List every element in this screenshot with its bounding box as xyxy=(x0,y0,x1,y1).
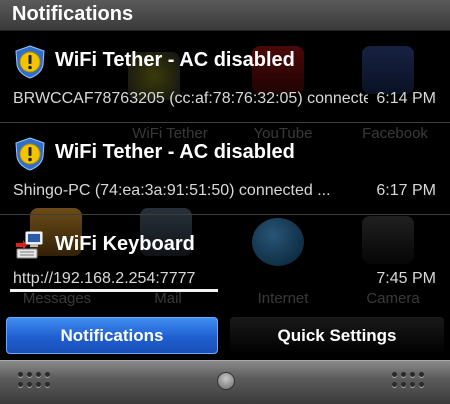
page-title: Notifications xyxy=(12,3,134,25)
notifications-header: Notifications xyxy=(0,0,450,31)
progress-underline xyxy=(10,289,218,292)
tab-notifications[interactable]: Notifications xyxy=(6,317,218,354)
notification-detail: Shingo-PC (74:ea:3a:91:51:50) connected … xyxy=(13,182,331,199)
tab-quick-settings[interactable]: Quick Settings xyxy=(230,317,444,354)
notification-item[interactable]: WiFi Tether - AC disabled Shingo-PC (74:… xyxy=(0,123,450,215)
keyboard-computer-icon xyxy=(14,229,46,263)
notification-item[interactable]: WiFi Keyboard http://192.168.2.254:7777 … xyxy=(0,215,450,295)
warning-shield-icon xyxy=(14,137,46,171)
drag-handle[interactable] xyxy=(0,360,450,404)
notification-time: 7:45 PM xyxy=(376,270,436,287)
notification-item[interactable]: WiFi Tether - AC disabled BRWCCAF7876320… xyxy=(0,31,450,123)
notification-detail: BRWCCAF78763205 (cc:af:78:76:32:05) conn… xyxy=(13,90,368,107)
notification-time: 6:17 PM xyxy=(376,182,436,199)
notification-title: WiFi Tether - AC disabled xyxy=(55,49,295,71)
notification-detail: http://192.168.2.254:7777 xyxy=(13,270,196,287)
grip-dots-left xyxy=(18,370,54,394)
warning-shield-icon xyxy=(14,45,46,79)
notification-title: WiFi Tether - AC disabled xyxy=(55,141,295,163)
tab-bar: Notifications Quick Settings xyxy=(0,312,450,360)
notification-title: WiFi Keyboard xyxy=(55,233,195,255)
notification-time: 6:14 PM xyxy=(376,90,436,107)
handle-knob[interactable] xyxy=(217,372,235,390)
grip-dots-right xyxy=(392,370,428,394)
